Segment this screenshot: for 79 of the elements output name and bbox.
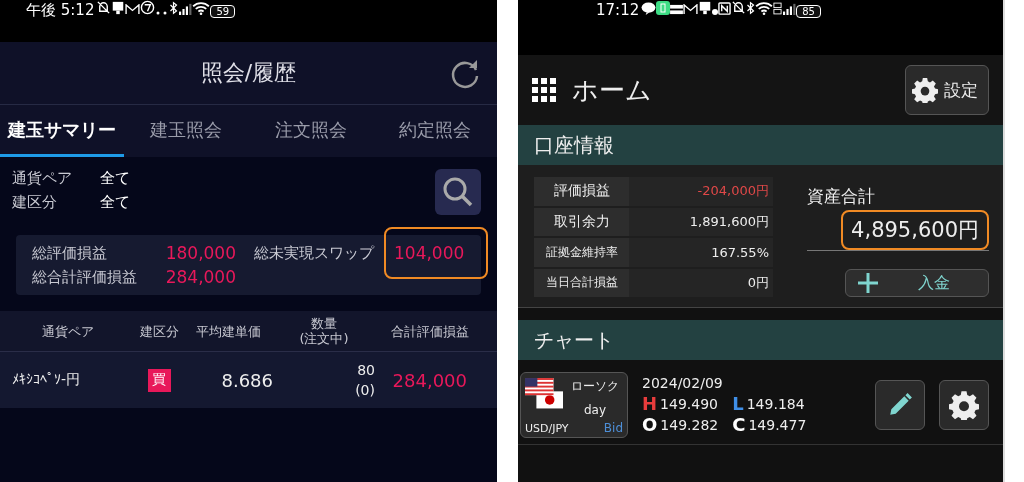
tab[interactable]: 約定照会 <box>372 105 497 157</box>
tab[interactable]: 建玉サマリー <box>0 105 125 157</box>
edit-button[interactable] <box>875 380 925 430</box>
status-time: 17:12 <box>596 1 640 19</box>
status-time: 午後 5:12 <box>26 1 95 19</box>
table-cell: 当日合計損益 <box>534 268 629 297</box>
side-badge: 買 <box>147 368 171 392</box>
search-button[interactable] <box>435 169 481 215</box>
column-header: 平均建単価 <box>194 323 262 339</box>
notification-icon <box>698 1 713 15</box>
screen-title: ホーム <box>572 73 653 107</box>
summary-value: 104,000 <box>384 227 489 279</box>
table-cell: 評価損益 <box>534 177 629 206</box>
section-header: 口座情報 <box>518 125 1003 165</box>
summary-label: 総未実現スワップ <box>254 243 376 263</box>
price-value: C 149.477 <box>732 414 807 435</box>
filter-label: 通貨ペア <box>12 169 73 188</box>
nfc-icon <box>718 2 732 15</box>
muted-bell-icon <box>731 0 747 15</box>
lte-icon <box>773 2 783 15</box>
filter-value: 全て <box>100 193 130 212</box>
pencil-icon <box>887 392 913 418</box>
bluetooth-icon <box>169 1 179 15</box>
list-icon <box>670 4 684 15</box>
table-cell-text: ﾒｷｼｺﾍﾟｿ-円 <box>11 371 82 389</box>
plus-icon <box>858 273 878 293</box>
grid-menu-icon[interactable] <box>532 78 556 102</box>
instrument-selector[interactable]: ローソク day USD/JPY Bid <box>520 372 628 438</box>
tab[interactable]: 注文照会 <box>248 105 373 157</box>
column-header: 建区分 <box>138 323 180 339</box>
table-cell: 167.55% <box>629 238 773 267</box>
refresh-icon[interactable] <box>449 58 481 90</box>
circle-icon <box>140 0 156 15</box>
column-header: 合計評価損益 <box>390 323 470 339</box>
settings-icon <box>912 77 938 103</box>
chat-icon <box>641 2 657 15</box>
summary-label: 総評価損益 <box>32 243 108 263</box>
signal-icon <box>782 3 797 15</box>
screen-title: 照会/履歴 <box>200 59 297 87</box>
asset-total-label: 資産合計 <box>807 185 876 208</box>
bluetooth-icon <box>746 1 756 15</box>
notification-icon <box>111 1 126 15</box>
price-value: L 149.184 <box>732 393 806 414</box>
wifi-icon <box>755 1 774 15</box>
summary-label: 総合計評価損益 <box>32 267 138 287</box>
column-header: 数量 (注文中) <box>298 316 350 346</box>
battery-icon: 59 <box>210 5 236 18</box>
column-header: 通貨ペア <box>40 323 95 339</box>
asset-total-value: 4,895,600円 <box>841 210 989 250</box>
settings-button[interactable]: 設定 <box>905 65 989 115</box>
table-cell: 取引余力 <box>534 207 629 236</box>
summary-value: 180,000 <box>165 243 237 263</box>
search-icon <box>442 176 474 208</box>
table-cell: 8.686 <box>221 369 273 391</box>
deposit-button[interactable]: 入金 <box>845 269 989 297</box>
table-cell: 0円 <box>629 268 773 297</box>
section-header: チャート <box>518 320 1003 360</box>
wifi-icon <box>192 1 211 15</box>
mail-icon <box>125 4 141 15</box>
summary-value: 284,000 <box>165 267 237 287</box>
filter-label: 建区分 <box>12 193 58 212</box>
dot-icon <box>712 9 719 15</box>
table-cell-text: 284,000 <box>392 369 468 391</box>
signal-icon <box>178 3 193 15</box>
filter-value: 全て <box>100 169 130 188</box>
app-icon <box>656 1 671 15</box>
table-cell: 証拠金維持率 <box>534 238 629 267</box>
tab[interactable]: 建玉照会 <box>124 105 249 157</box>
table-cell: 1,891,600円 <box>629 207 773 236</box>
price-value: O 149.282 <box>642 414 719 435</box>
price-value: H 149.490 <box>642 393 719 414</box>
mail-icon <box>683 4 699 15</box>
battery-icon: 85 <box>796 5 821 18</box>
settings-button[interactable] <box>939 380 989 430</box>
settings-icon <box>949 390 979 420</box>
table-cell: -204,000円 <box>629 177 773 206</box>
muted-bell-icon <box>96 0 112 15</box>
chart-date: 2024/02/09 <box>642 375 724 391</box>
table-cell-text: 80 (0) <box>354 361 375 400</box>
